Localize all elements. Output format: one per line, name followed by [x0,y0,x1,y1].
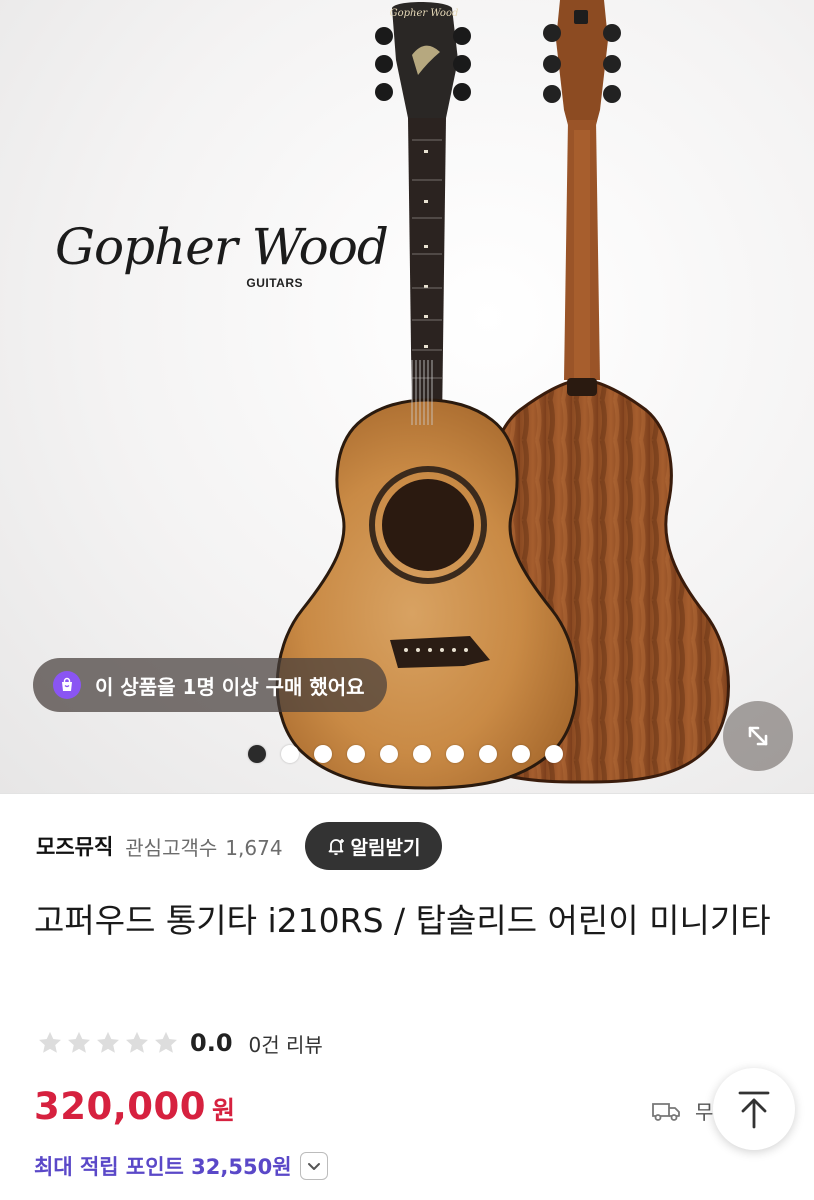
price: 320,000 원 [34,1085,235,1135]
section-divider [0,793,814,794]
headstock-logo: Gopher Wood [390,8,459,19]
bell-plus-icon [328,839,344,856]
star-icon [155,1031,177,1053]
store-name-link[interactable]: 모즈뮤직 [36,831,113,861]
followers-label: 관심고객수 [125,835,218,860]
star-icon [97,1031,119,1053]
price-unit: 원 [212,1096,236,1125]
max-points-info[interactable]: 최대 적립 포인트 32,550원 [34,1148,328,1184]
scroll-to-top-button[interactable] [713,1068,795,1150]
product-image-carousel[interactable]: Gopher Wood Gopher Wood GUITARS 이 상품을 1명… [0,0,814,793]
carousel-dot[interactable] [545,745,563,763]
brand-logo-sub: GUITARS [246,276,303,290]
shipping-info: 무 [651,1096,713,1125]
carousel-dot[interactable] [380,745,398,763]
product-title: 고퍼우드 통기타 i210RS / 탑솔리드 어린이 미니기타 [34,901,771,940]
purchase-count-notice: 이 상품을 1명 이상 구매 했어요 [33,658,387,712]
rating-summary[interactable]: 0.0 0건 리뷰 [36,1023,323,1063]
delivery-truck-icon [652,1102,680,1121]
points-expand-button[interactable] [299,1152,328,1180]
expand-image-button[interactable] [723,701,793,771]
star-icon [39,1031,61,1053]
carousel-dot[interactable] [512,745,530,763]
carousel-dot[interactable] [248,745,266,763]
rating-stars [36,1029,180,1057]
expand-arrows-icon [748,726,768,746]
carousel-dot[interactable] [347,745,365,763]
review-count-link[interactable]: 0건 리뷰 [249,1029,323,1058]
brand-logo: Gopher Wood GUITARS [55,218,389,294]
alarm-label: 알림받기 [350,836,421,859]
carousel-dot[interactable] [281,745,299,763]
price-value: 320,000 [34,1085,207,1128]
shipping-text: 무 [695,1100,714,1124]
carousel-indicator [248,745,563,763]
rating-score: 0.0 [190,1029,233,1057]
purchase-notice-text: 이 상품을 1명 이상 구매 했어요 [95,674,365,699]
chevron-down-icon [307,1163,320,1170]
brand-logo-name: Gopher Wood [55,218,389,276]
carousel-dot[interactable] [479,745,497,763]
max-points-text: 최대 적립 포인트 32,550원 [34,1155,292,1179]
alarm-subscribe-button[interactable]: 알림받기 [304,822,443,870]
store-info: 모즈뮤직 관심고객수 1,674 알림받기 [36,820,796,872]
star-icon [68,1031,90,1053]
carousel-dot[interactable] [446,745,464,763]
carousel-dot[interactable] [413,745,431,763]
arrow-up-to-top-icon [738,1091,770,1129]
store-followers: 관심고객수 1,674 [125,832,282,861]
followers-count: 1,674 [225,835,283,860]
carousel-dot[interactable] [314,745,332,763]
star-icon [126,1031,148,1053]
shopping-bag-icon [53,671,81,699]
